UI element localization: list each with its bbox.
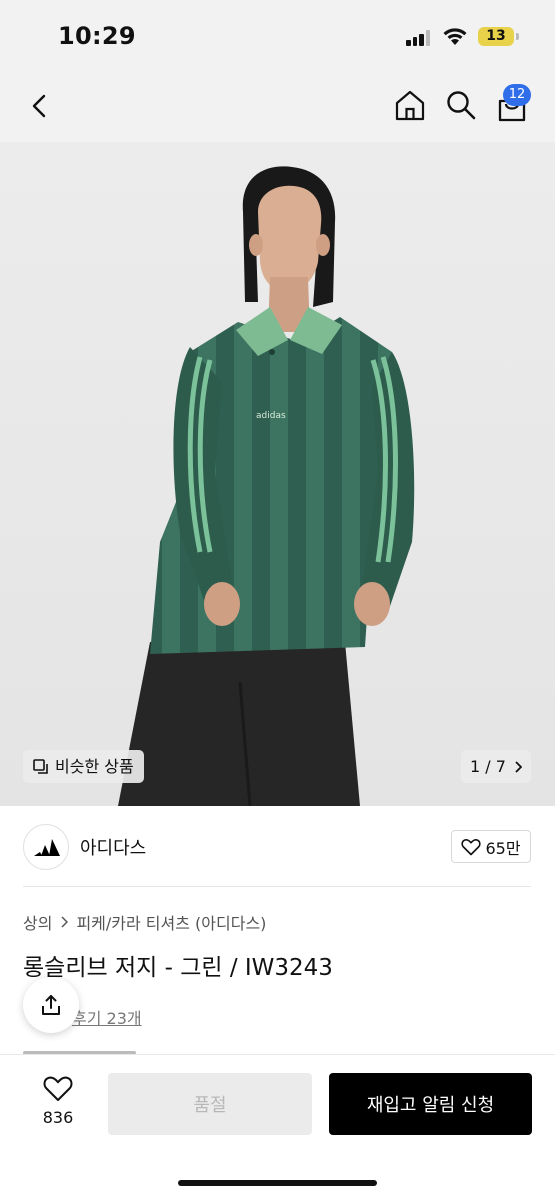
model-photo: adidas bbox=[118, 166, 415, 806]
share-icon bbox=[42, 995, 60, 1015]
brand-like-count: 65만 bbox=[485, 838, 521, 858]
image-page-counter[interactable]: 1 / 7 bbox=[461, 750, 531, 783]
heart-icon bbox=[43, 1076, 73, 1101]
breadcrumb-category[interactable]: 상의 bbox=[23, 910, 52, 934]
status-bar: 10:29 13 bbox=[0, 0, 555, 72]
status-time: 10:29 bbox=[58, 22, 136, 50]
copy-icon bbox=[33, 758, 48, 774]
restock-alert-button[interactable]: 재입고 알림 신청 bbox=[329, 1073, 532, 1135]
chevron-right-icon bbox=[515, 760, 522, 773]
soldout-button: 품절 bbox=[108, 1073, 312, 1135]
product-title: 롱슬리브 저지 - 그린 / IW3243 bbox=[23, 955, 333, 981]
adidas-logo-icon bbox=[23, 824, 69, 870]
battery-cap bbox=[516, 33, 519, 40]
share-button[interactable] bbox=[23, 977, 79, 1033]
bottom-action-bar: 836 품절 재입고 알림 신청 bbox=[0, 1054, 555, 1200]
product-image[interactable]: adidas 비슷한 상품 1 / 7 bbox=[0, 142, 555, 806]
brand-like-button[interactable]: 65만 bbox=[451, 830, 531, 863]
cellular-signal-icon bbox=[406, 30, 432, 46]
wishlist-button[interactable]: 836 bbox=[30, 1075, 86, 1127]
home-indicator bbox=[178, 1180, 377, 1186]
similar-products-label: 비슷한 상품 bbox=[55, 757, 134, 776]
back-icon[interactable] bbox=[24, 88, 56, 124]
breadcrumb-subcategory[interactable]: 피케/카라 티셔츠 (아디다스) bbox=[76, 910, 266, 934]
top-nav-bar bbox=[0, 72, 555, 142]
chest-logo-text: adidas bbox=[256, 411, 286, 421]
wifi-icon bbox=[443, 28, 467, 45]
chevron-right-icon bbox=[61, 916, 69, 928]
breadcrumb: 상의 피케/카라 티셔츠 (아디다스) bbox=[23, 910, 266, 934]
cart-count-badge: 12 bbox=[503, 84, 531, 106]
home-icon[interactable] bbox=[393, 88, 427, 122]
reviews-link[interactable]: 후기 23개 bbox=[72, 1005, 142, 1029]
search-icon[interactable] bbox=[444, 88, 478, 122]
brand-name[interactable]: 아디다스 bbox=[80, 834, 146, 860]
battery-indicator: 13 bbox=[478, 27, 514, 46]
similar-products-button[interactable]: 비슷한 상품 bbox=[23, 750, 144, 783]
wishlist-count: 836 bbox=[42, 1108, 74, 1127]
heart-icon bbox=[461, 838, 482, 855]
page-counter-text: 1 / 7 bbox=[470, 757, 506, 776]
divider bbox=[23, 886, 531, 887]
brand-row[interactable]: 아디다스 65만 bbox=[0, 806, 555, 886]
